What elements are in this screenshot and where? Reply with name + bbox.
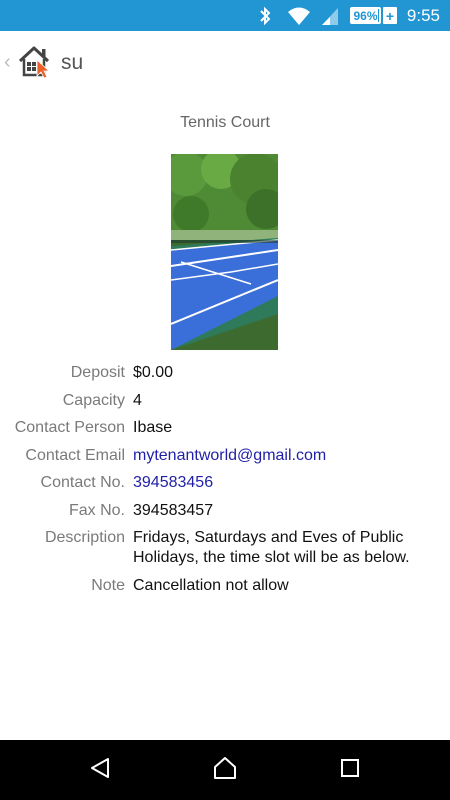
capacity-value: 4 <box>133 391 142 409</box>
contact-no-link[interactable]: 394583456 <box>133 473 433 493</box>
battery-level-text: 96% <box>353 8 378 23</box>
back-chevron-icon[interactable]: ‹ <box>4 51 11 74</box>
detail-row-contact-email: Contact Email mytenantworld@gmail.com <box>0 446 450 466</box>
home-circle-icon <box>212 755 238 786</box>
contact-person-label: Contact Person <box>14 419 125 436</box>
facility-details: Deposit $0.00 Capacity 4 Contact Person … <box>0 363 450 603</box>
facility-title: Tennis Court <box>180 114 270 131</box>
fax-no-value: 394583457 <box>133 501 214 519</box>
app-title: su <box>61 51 84 74</box>
wifi-icon <box>287 0 311 31</box>
description-label: Description <box>44 529 125 546</box>
contact-no-label: Contact No. <box>40 474 125 491</box>
cell-signal-icon <box>320 0 340 31</box>
note-value: Cancellation not allow <box>133 576 289 594</box>
contact-email-label: Contact Email <box>25 446 125 464</box>
contact-person-value: Ibase <box>133 419 173 436</box>
system-nav-bar <box>0 740 450 800</box>
fax-no-label: Fax No. <box>68 501 125 519</box>
bluetooth-icon <box>258 0 272 31</box>
detail-row-capacity: Capacity 4 <box>0 391 450 411</box>
nav-recents-button[interactable] <box>320 740 380 800</box>
contact-email-link[interactable]: mytenantworld@gmail.com <box>133 446 433 466</box>
nav-home-button[interactable] <box>195 740 255 800</box>
square-recents-icon <box>339 757 361 784</box>
detail-row-contact-person: Contact Person Ibase <box>0 418 450 438</box>
house-cursor-logo-icon[interactable] <box>18 45 54 79</box>
description-value: Fridays, Saturdays and Eves of Public Ho… <box>133 529 410 566</box>
deposit-label: Deposit <box>70 364 125 381</box>
app-bar: ‹ su <box>0 31 450 93</box>
capacity-label: Capacity <box>62 391 125 409</box>
triangle-back-icon <box>88 756 112 785</box>
detail-row-contact-no: Contact No. 394583456 <box>0 473 450 493</box>
detail-row-fax-no: Fax No. 394583457 <box>0 501 450 521</box>
detail-row-note: Note Cancellation not allow <box>0 576 450 596</box>
tennis-court-photo <box>171 154 278 350</box>
detail-row-description: Description Fridays, Saturdays and Eves … <box>0 528 450 568</box>
nav-back-button[interactable] <box>70 740 130 800</box>
note-label: Note <box>91 576 125 594</box>
battery-icon: 96% <box>350 7 381 24</box>
detail-row-deposit: Deposit $0.00 <box>0 363 450 383</box>
clock-time: 9:55 <box>406 5 440 25</box>
deposit-value: $0.00 <box>133 364 174 381</box>
status-bar: 96% + 9:55 <box>0 0 450 31</box>
charging-plus-icon: + <box>383 7 397 24</box>
